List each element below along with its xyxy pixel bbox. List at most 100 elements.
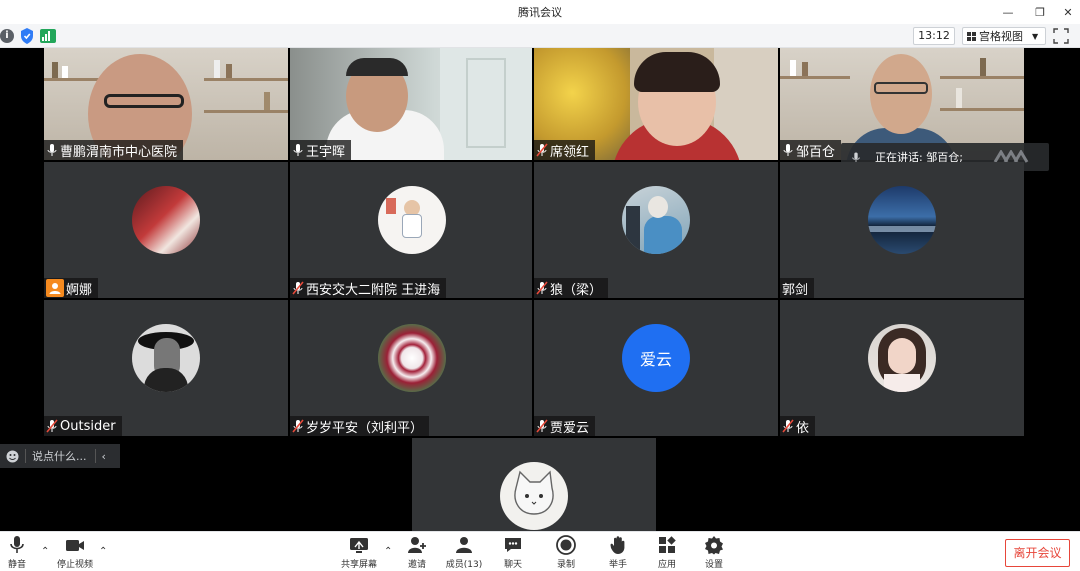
members-button[interactable]: 成员(13) bbox=[441, 534, 487, 571]
participant-tile[interactable]: Outsider bbox=[44, 300, 288, 436]
microphone-muted-icon bbox=[536, 419, 548, 433]
participant-avatar bbox=[868, 324, 936, 392]
microphone-muted-icon bbox=[536, 281, 548, 295]
chat-button[interactable]: 聊天 bbox=[490, 534, 536, 571]
chat-quick-input[interactable]: 说点什么... ‹ bbox=[0, 444, 120, 468]
participant-tile[interactable]: 王宇晖 bbox=[290, 48, 532, 160]
meeting-window: 腾讯会议 — ❐ ✕ i 13:12 宫格视图 ▼ 曹鹏渭南市中心医院 王宇晖 … bbox=[0, 0, 1080, 571]
members-label: 成员(13) bbox=[445, 560, 483, 570]
user-placeholder-icon bbox=[46, 279, 64, 297]
restore-icon[interactable]: ❐ bbox=[1026, 0, 1054, 24]
participant-avatar bbox=[378, 324, 446, 392]
participant-tile[interactable]: 郭剑 bbox=[780, 162, 1024, 298]
participant-name: 依 bbox=[796, 420, 810, 436]
gear-icon bbox=[705, 536, 723, 555]
participant-tile[interactable]: 婀娜 bbox=[44, 162, 288, 298]
info-icon[interactable]: i bbox=[0, 29, 14, 43]
participant-name: Outsider bbox=[60, 418, 116, 434]
chevron-up-icon[interactable]: ⌃ bbox=[41, 546, 49, 557]
security-shield-icon[interactable] bbox=[20, 28, 34, 44]
participant-avatar bbox=[622, 186, 690, 254]
microphone-muted-icon bbox=[292, 419, 304, 433]
participant-name-bar: 婀娜 bbox=[44, 278, 99, 298]
raise-hand-icon bbox=[610, 536, 625, 554]
share-screen-label: 共享屏幕 bbox=[340, 560, 377, 570]
self-avatar bbox=[500, 462, 568, 530]
participant-name-bar: 席领红 bbox=[534, 140, 596, 160]
participant-name-bar: 岁岁平安（刘利平） bbox=[290, 416, 430, 436]
chat-label: 聊天 bbox=[503, 560, 522, 570]
apps-label: 应用 bbox=[657, 560, 676, 570]
microphone-muted-icon bbox=[536, 143, 548, 157]
participant-tile[interactable]: 席领红 bbox=[534, 48, 778, 160]
participant-name-bar: Outsider bbox=[44, 416, 122, 436]
record-button[interactable]: 录制 bbox=[543, 534, 589, 571]
camera-icon bbox=[66, 540, 84, 551]
microphone-muted-icon bbox=[292, 281, 304, 295]
close-icon[interactable]: ✕ bbox=[1054, 0, 1080, 24]
participant-tile[interactable]: 依 bbox=[780, 300, 1024, 436]
invite-button[interactable]: 邀请 bbox=[394, 534, 440, 571]
network-signal-icon[interactable] bbox=[40, 29, 56, 43]
raise-hand-button[interactable]: 举手 bbox=[595, 534, 641, 571]
grid-view-icon bbox=[967, 31, 976, 41]
participant-name: 席领红 bbox=[550, 144, 590, 160]
record-label: 录制 bbox=[556, 560, 575, 570]
participant-tile[interactable]: 曹鹏渭南市中心医院 bbox=[44, 48, 288, 160]
chevron-up-icon[interactable]: ⌃ bbox=[384, 546, 392, 557]
participant-name: 西安交大二附院 王进海 bbox=[306, 282, 441, 298]
participant-name-bar: 狼（梁） bbox=[534, 278, 609, 298]
participant-tile[interactable]: 狼（梁） bbox=[534, 162, 778, 298]
chevron-down-icon: ▼ bbox=[1032, 31, 1039, 41]
participant-name-bar: 贾爱云 bbox=[534, 416, 596, 436]
record-icon bbox=[556, 535, 576, 555]
stop-video-button[interactable]: 停止视频 bbox=[52, 534, 98, 571]
participant-avatar bbox=[132, 324, 200, 392]
participant-name: 曹鹏渭南市中心医院 bbox=[60, 144, 178, 160]
minimize-icon[interactable]: — bbox=[994, 0, 1022, 24]
microphone-icon bbox=[783, 144, 793, 156]
apps-button[interactable]: 应用 bbox=[644, 534, 690, 571]
view-mode-select[interactable]: 宫格视图 ▼ bbox=[962, 27, 1046, 45]
participant-name: 邹百仓 bbox=[796, 144, 836, 160]
raise-hand-label: 举手 bbox=[608, 560, 627, 570]
participant-avatar: 爱云 bbox=[622, 324, 690, 392]
window-title: 腾讯会议 bbox=[518, 6, 562, 19]
participant-name: 王宇晖 bbox=[306, 144, 346, 160]
microphone-muted-icon bbox=[46, 419, 58, 433]
meeting-time: 13:12 bbox=[913, 27, 955, 45]
participant-avatar bbox=[868, 186, 936, 254]
status-bar: i 13:12 宫格视图 ▼ bbox=[0, 24, 1080, 48]
participant-name-bar: 依 bbox=[780, 416, 816, 436]
self-view-tile[interactable] bbox=[412, 438, 656, 531]
view-mode-label: 宫格视图 bbox=[979, 30, 1023, 43]
fullscreen-icon[interactable] bbox=[1053, 28, 1069, 44]
title-bar: 腾讯会议 — ❐ ✕ bbox=[0, 0, 1080, 24]
participant-tile[interactable]: 爱云 贾爱云 bbox=[534, 300, 778, 436]
participant-name-bar: 西安交大二附院 王进海 bbox=[290, 278, 447, 298]
cat-drawing-icon bbox=[514, 470, 554, 515]
members-icon bbox=[456, 537, 472, 553]
leave-meeting-button[interactable]: 离开会议 bbox=[1005, 539, 1070, 567]
share-screen-icon bbox=[350, 538, 368, 553]
mute-label: 静音 bbox=[7, 560, 26, 570]
participant-name: 婀娜 bbox=[66, 282, 93, 298]
stop-video-label: 停止视频 bbox=[56, 560, 93, 570]
collapse-chevron-icon[interactable]: ‹ bbox=[102, 450, 106, 463]
participant-avatar bbox=[132, 186, 200, 254]
emoji-icon[interactable] bbox=[6, 450, 19, 463]
chat-icon bbox=[505, 538, 521, 552]
meeting-toolbar: 静音 ⌃ 停止视频 ⌃ 共享屏幕 ⌃ 邀请 成员(13) 聊天 录制 举手 应用… bbox=[0, 531, 1080, 571]
participant-name-bar: 曹鹏渭南市中心医院 bbox=[44, 140, 184, 160]
participant-tile[interactable]: 西安交大二附院 王进海 bbox=[290, 162, 532, 298]
settings-button[interactable]: 设置 bbox=[691, 534, 737, 571]
participant-name: 贾爱云 bbox=[550, 420, 590, 436]
chevron-up-icon[interactable]: ⌃ bbox=[99, 546, 107, 557]
participant-tile[interactable]: 岁岁平安（刘利平） bbox=[290, 300, 532, 436]
participant-name-bar: 郭剑 bbox=[780, 278, 815, 298]
share-screen-button[interactable]: 共享屏幕 bbox=[336, 534, 382, 571]
mute-button[interactable]: 静音 bbox=[0, 534, 40, 571]
invite-label: 邀请 bbox=[407, 560, 426, 570]
participant-name-bar: 王宇晖 bbox=[290, 140, 352, 160]
participant-name: 郭剑 bbox=[782, 282, 809, 298]
